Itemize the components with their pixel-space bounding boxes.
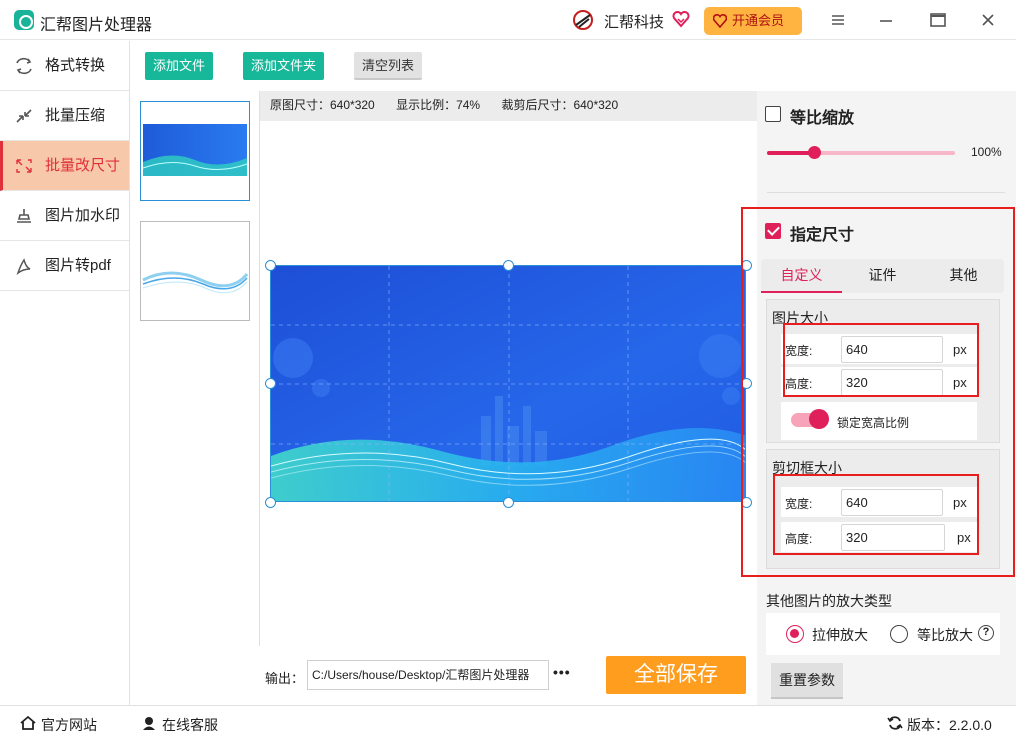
sidebar-item-compress[interactable]: 批量压缩 — [0, 91, 129, 141]
compress-icon — [16, 109, 32, 123]
stretch-label: 拉伸放大 — [812, 627, 868, 643]
title-bar: 汇帮图片处理器 汇帮科技 开通会员 — [0, 0, 1016, 40]
maximize-icon[interactable] — [928, 10, 948, 30]
output-label: 输出： — [265, 671, 305, 686]
proportional-label: 等比放大 — [917, 627, 973, 643]
status-bar: 官方网站 在线客服 版本：2.2.0.0 — [0, 705, 1016, 739]
sidebar-item-pdf[interactable]: 图片转pdf — [0, 241, 129, 291]
add-folder-button[interactable]: 添加文件夹 — [243, 52, 325, 80]
crop-handle-top-left[interactable] — [265, 260, 276, 271]
service-label: 在线客服 — [162, 717, 218, 733]
scale-slider[interactable] — [767, 146, 955, 159]
image-info-bar: 原图尺寸：640*320 显示比例：74% 裁剪后尺寸：640*320 — [260, 91, 757, 121]
sidebar-item-label: 格式转换 — [45, 57, 106, 74]
app-logo-icon — [14, 10, 34, 30]
resize-icon — [16, 159, 32, 173]
reset-params-button[interactable]: 重置参数 — [771, 663, 843, 699]
enlarge-type-options: 拉伸放大 等比放大 ? — [766, 613, 1000, 655]
scale-slider-thumb[interactable] — [808, 146, 821, 159]
vip-heart-icon — [713, 14, 727, 28]
official-website-link[interactable]: 官方网站 — [20, 715, 97, 735]
sidebar-item-watermark[interactable]: 图片加水印 — [0, 191, 129, 241]
version-info[interactable]: 版本：2.2.0.0 — [887, 715, 992, 735]
cropped-size: 裁剪后尺寸：640*320 — [501, 98, 619, 112]
online-service-link[interactable]: 在线客服 — [141, 715, 218, 735]
sidebar-item-label: 图片转pdf — [45, 257, 111, 274]
add-file-button[interactable]: 添加文件 — [145, 52, 214, 80]
proportional-scale-label: 等比缩放 — [790, 110, 855, 127]
proportional-radio[interactable] — [890, 625, 908, 643]
preview-area: 原图尺寸：640*320 显示比例：74% 裁剪后尺寸：640*320 — [259, 91, 757, 646]
preview-canvas[interactable] — [260, 121, 757, 646]
display-ratio: 显示比例：74% — [396, 98, 481, 112]
crop-handle-left[interactable] — [265, 378, 276, 389]
preview-image[interactable] — [270, 265, 746, 502]
brand-name: 汇帮科技 — [604, 14, 665, 31]
enlarge-type-title: 其他图片的放大类型 — [766, 593, 892, 609]
clear-list-button[interactable]: 清空列表 — [354, 52, 423, 80]
thumbnail-1[interactable] — [140, 101, 250, 201]
support-icon — [143, 717, 155, 730]
scale-slider-fill — [767, 151, 814, 155]
crop-handle-top[interactable] — [503, 260, 514, 271]
sidebar-item-label: 批量压缩 — [45, 107, 106, 124]
vip-button[interactable]: 开通会员 — [704, 7, 802, 35]
app-title: 汇帮图片处理器 — [40, 17, 153, 34]
watermark-icon — [17, 209, 31, 223]
crop-handle-bottom-left[interactable] — [265, 497, 276, 508]
home-icon — [20, 715, 36, 730]
preview-image-graphic — [271, 266, 745, 501]
pdf-icon — [16, 258, 31, 275]
settings-panel: 等比缩放 100% 指定尺寸 自定义 证件 其他 图片大小 宽度: 640 px… — [741, 91, 1016, 705]
highlight-frame-image-size — [783, 323, 979, 397]
thumbnail-2[interactable] — [140, 221, 250, 321]
menu-icon[interactable] — [828, 10, 848, 30]
heart-icon[interactable] — [672, 10, 690, 28]
format-convert-icon — [16, 57, 32, 75]
sidebar-item-resize[interactable]: 批量改尺寸 — [0, 141, 129, 191]
sidebar-item-label: 图片加水印 — [45, 207, 121, 224]
thumbnail-image — [142, 271, 249, 294]
output-bar: 输出： C:/Users/house/Desktop/汇帮图片处理器 ••• 全… — [259, 646, 756, 705]
browse-button[interactable]: ••• — [553, 664, 571, 680]
close-icon[interactable] — [978, 10, 998, 30]
version-label: 版本：2.2.0.0 — [907, 717, 992, 733]
minimize-icon[interactable] — [876, 10, 896, 30]
divider — [767, 192, 1005, 193]
proportional-scale-checkbox[interactable] — [765, 106, 781, 122]
thumbnail-image — [142, 124, 248, 176]
save-all-button[interactable]: 全部保存 — [606, 656, 746, 694]
output-path-field[interactable]: C:/Users/house/Desktop/汇帮图片处理器 — [307, 660, 549, 690]
sidebar-item-label: 批量改尺寸 — [45, 157, 121, 174]
highlight-frame-crop-size — [773, 474, 979, 555]
refresh-icon — [887, 716, 903, 730]
original-size: 原图尺寸：640*320 — [270, 98, 375, 112]
brand-logo-icon — [573, 10, 593, 30]
crop-handle-bottom[interactable] — [503, 497, 514, 508]
help-icon[interactable]: ? — [978, 625, 994, 641]
sidebar: 格式转换 批量压缩 批量改尺寸 图片加水印 图片转pdf — [0, 41, 130, 705]
sidebar-item-format[interactable]: 格式转换 — [0, 41, 129, 91]
vip-button-label: 开通会员 — [732, 13, 785, 28]
website-label: 官方网站 — [41, 717, 97, 733]
scale-percent: 100% — [971, 145, 1002, 159]
stretch-radio[interactable] — [786, 625, 804, 643]
